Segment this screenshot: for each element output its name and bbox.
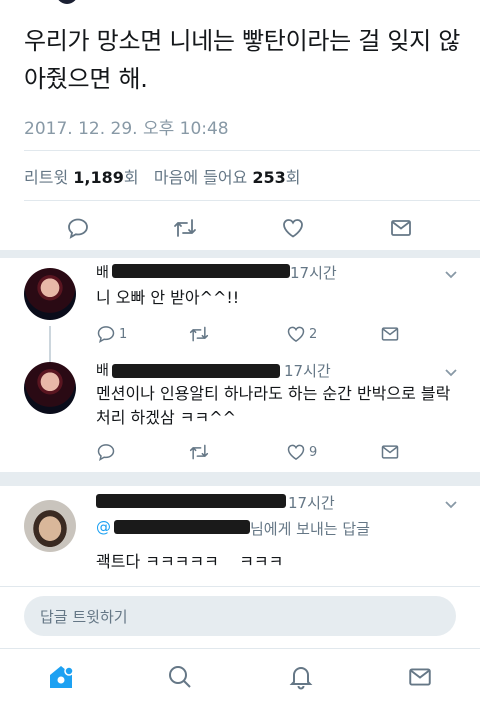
heart-icon bbox=[287, 326, 305, 342]
tab-bar bbox=[0, 648, 480, 703]
retweet-button[interactable] bbox=[188, 324, 210, 344]
like-button[interactable] bbox=[275, 210, 311, 246]
envelope-icon bbox=[381, 327, 399, 341]
retweet-icon bbox=[174, 219, 196, 237]
reply-icon bbox=[97, 444, 115, 462]
tweet-timestamp: 2017. 12. 29. 오후 10:48 bbox=[24, 119, 229, 139]
reply-author-initial[interactable]: 배 bbox=[96, 262, 109, 282]
reply-time: 17시간 bbox=[290, 264, 337, 282]
bell-icon bbox=[289, 667, 313, 690]
envelope-icon bbox=[381, 445, 399, 459]
reply-button[interactable]: 1 bbox=[96, 324, 127, 344]
retweet-icon bbox=[189, 444, 209, 460]
reply-to-suffix: 님에게 보내는 답글 bbox=[250, 520, 370, 538]
like-button[interactable]: 2 bbox=[286, 324, 317, 344]
thread-line bbox=[49, 326, 51, 358]
like-count: 9 bbox=[309, 444, 318, 460]
divider bbox=[0, 586, 480, 587]
redaction-bar bbox=[114, 520, 250, 534]
retweet-button[interactable] bbox=[167, 210, 203, 246]
reply-icon bbox=[68, 218, 88, 239]
reply-button[interactable] bbox=[96, 442, 116, 462]
tab-messages[interactable] bbox=[404, 661, 436, 693]
redaction-bar bbox=[112, 264, 290, 278]
tweet-stats: 리트윗 1,189회 마음에 들어요 253회 bbox=[24, 164, 301, 188]
redaction-bar bbox=[96, 494, 286, 508]
chevron-down-icon[interactable] bbox=[443, 266, 459, 282]
chevron-down-icon[interactable] bbox=[443, 364, 459, 380]
reply-tweet[interactable]: 배 17시간 니 오빠 안 받아^^!! 1 2 bbox=[0, 258, 480, 358]
reply-button[interactable] bbox=[60, 210, 96, 246]
retweet-label: 리트윗 bbox=[24, 168, 69, 187]
envelope-icon bbox=[391, 220, 411, 236]
reply-text: 괙트다 ㅋㅋㅋㅋㅋ ㅋㅋㅋ bbox=[96, 552, 284, 571]
reply-tweet[interactable]: 배 17시간 멘션이나 인용알티 하나라도 하는 순간 반박으로 블락 처리 하… bbox=[0, 358, 480, 470]
retweet-icon bbox=[189, 326, 209, 342]
reply-time: 17시간 bbox=[284, 362, 331, 380]
tab-notifications[interactable] bbox=[285, 661, 317, 693]
section-gap bbox=[0, 250, 480, 258]
like-suffix: 회 bbox=[285, 168, 301, 187]
home-icon bbox=[50, 666, 74, 688]
message-button[interactable] bbox=[380, 324, 400, 344]
heart-icon bbox=[283, 219, 303, 238]
reply-time: 17시간 bbox=[288, 494, 335, 512]
tab-home[interactable] bbox=[45, 661, 77, 693]
envelope-icon bbox=[409, 668, 431, 686]
like-button[interactable]: 9 bbox=[286, 442, 317, 462]
reply-text: 니 오빠 안 받아^^!! bbox=[96, 288, 240, 307]
heart-icon bbox=[287, 444, 305, 460]
avatar[interactable] bbox=[24, 268, 76, 320]
message-button[interactable] bbox=[383, 210, 419, 246]
search-icon bbox=[169, 666, 191, 688]
like-count[interactable]: 253 bbox=[252, 168, 285, 187]
message-button[interactable] bbox=[380, 442, 400, 462]
reply-tweet[interactable]: 17시간 @ 님에게 보내는 답글 괙트다 ㅋㅋㅋㅋㅋ ㅋㅋㅋ bbox=[0, 486, 480, 586]
tab-search[interactable] bbox=[164, 661, 196, 693]
chevron-down-icon[interactable] bbox=[443, 496, 459, 512]
like-count: 2 bbox=[309, 326, 318, 342]
reply-count: 1 bbox=[119, 326, 128, 342]
reply-author-initial[interactable]: 배 bbox=[96, 360, 109, 380]
reply-icon bbox=[97, 326, 115, 344]
reply-compose-input[interactable]: 답글 트윗하기 bbox=[24, 596, 456, 636]
previous-avatar bbox=[56, 0, 78, 4]
divider bbox=[24, 200, 480, 201]
avatar[interactable] bbox=[24, 362, 76, 414]
tweet-text: 우리가 망소면 니네는 빻탄이라는 걸 잊지 않아줬으면 해. bbox=[24, 27, 461, 93]
reply-text: 멘션이나 인용알티 하나라도 하는 순간 반박으로 블락 처리 하겠삼 ㅋㅋ^^ bbox=[96, 384, 451, 427]
section-gap bbox=[0, 472, 480, 486]
retweet-suffix: 회 bbox=[123, 168, 139, 187]
reply-to-line: @ bbox=[96, 518, 111, 536]
divider bbox=[24, 150, 480, 151]
retweet-button[interactable] bbox=[188, 442, 210, 462]
retweet-count[interactable]: 1,189 bbox=[73, 168, 124, 187]
avatar[interactable] bbox=[24, 500, 76, 552]
like-label: 마음에 들어요 bbox=[153, 168, 248, 187]
redaction-bar bbox=[112, 364, 280, 378]
